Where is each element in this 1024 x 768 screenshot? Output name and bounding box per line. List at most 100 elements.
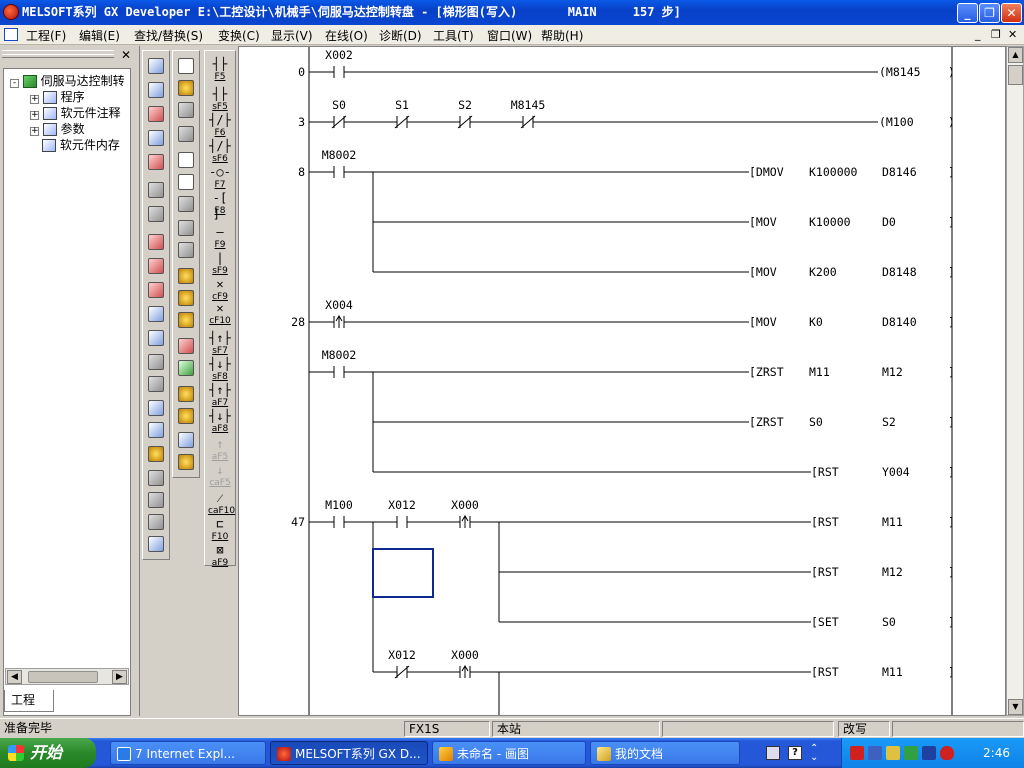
transfer-icon[interactable] (175, 335, 197, 357)
status-empty (892, 721, 1024, 737)
menu-project[interactable]: 工程(F) (26, 27, 66, 44)
close-button[interactable]: ✕ (1001, 3, 1022, 23)
read-icon[interactable] (175, 357, 197, 379)
zoom-out-icon[interactable] (145, 419, 167, 441)
write-mode-icon[interactable] (145, 103, 167, 125)
scroll-up-icon[interactable]: ▲ (1008, 47, 1023, 63)
monitor-start-icon[interactable] (175, 383, 197, 405)
batch-monitor-icon[interactable] (175, 451, 197, 473)
tray-shield-icon[interactable] (940, 746, 954, 760)
keyboard-icon[interactable] (766, 746, 780, 760)
monitor-write-icon[interactable] (145, 151, 167, 173)
vertical-scrollbar[interactable]: ▲ ▼ (1006, 46, 1024, 716)
expand-icon[interactable]: + (30, 95, 39, 104)
statement-edit-icon[interactable] (145, 203, 167, 225)
new-file-icon[interactable] (175, 55, 197, 77)
task-my-documents[interactable]: 我的文档 (590, 741, 740, 765)
scroll-thumb[interactable] (28, 671, 98, 683)
menu-online[interactable]: 在线(O) (325, 27, 368, 44)
ime-arrow-icon[interactable]: ⌃ ⌄ (810, 744, 824, 763)
menu-diagnostics[interactable]: 诊断(D) (379, 27, 422, 44)
undo-icon[interactable] (175, 217, 197, 239)
save-icon[interactable] (175, 99, 197, 121)
fkey-cf10[interactable]: ✕ cF10 (207, 299, 233, 330)
copy-icon[interactable] (175, 171, 197, 193)
fkey-af9[interactable]: ⊠ aF9 (207, 541, 233, 572)
tab-project[interactable]: 工程 (4, 690, 54, 712)
scroll-left-icon[interactable]: ◀ (7, 670, 22, 684)
tree-horizontal-scrollbar[interactable]: ◀ ▶ (5, 668, 129, 685)
step-end-icon[interactable] (145, 373, 167, 395)
tray-network-icon[interactable] (868, 746, 882, 760)
menu-convert[interactable]: 变换(C) (218, 27, 260, 44)
monitor-stop-icon[interactable] (175, 405, 197, 427)
doc-minimize-button[interactable]: _ (975, 28, 981, 41)
menu-tools[interactable]: 工具(T) (433, 27, 474, 44)
open-folder-icon[interactable] (175, 77, 197, 99)
menu-help[interactable]: 帮助(H) (541, 27, 583, 44)
collapse-icon[interactable]: - (10, 79, 19, 88)
ladder-editor[interactable]: 0 X002 (M8145) 3 S0 S1 S2 M8145 (M100) 8 M8002 [DMO… (238, 46, 1006, 716)
menu-edit[interactable]: 编辑(E) (79, 27, 120, 44)
zoom-in-icon[interactable] (145, 397, 167, 419)
scroll-down-icon[interactable]: ▼ (1008, 699, 1023, 715)
step-icon[interactable] (145, 351, 167, 373)
alias-icon[interactable] (145, 255, 167, 277)
menu-view[interactable]: 显示(V) (271, 27, 313, 44)
start-button[interactable]: 开始 (0, 738, 96, 768)
menu-window[interactable]: 窗口(W) (487, 27, 532, 44)
device-list-icon[interactable] (145, 303, 167, 325)
scroll-right-icon[interactable]: ▶ (112, 670, 127, 684)
tray-volume-icon[interactable] (886, 746, 900, 760)
panel-close-icon[interactable]: ✕ (119, 48, 133, 62)
paste-icon[interactable] (175, 193, 197, 215)
tray-tool-icon[interactable] (904, 746, 918, 760)
tray-app-icon[interactable] (850, 746, 864, 760)
expand-icon[interactable]: + (30, 111, 39, 120)
task-paint[interactable]: 未命名 - 画图 (432, 741, 586, 765)
comment-edit-icon[interactable] (145, 179, 167, 201)
task-gx-developer[interactable]: MELSOFT系列 GX D... (270, 741, 428, 765)
tree-item-program[interactable]: + 程序 (30, 89, 85, 105)
restore-button[interactable]: ❐ (979, 3, 1000, 23)
program-list-icon[interactable] (145, 55, 167, 77)
scroll-thumb[interactable] (1008, 65, 1023, 85)
find-icon[interactable] (145, 443, 167, 465)
fkey-af8[interactable]: ┤↓├ aF8 (207, 407, 233, 438)
delete-row-icon[interactable] (145, 489, 167, 511)
edit-block-icon[interactable] (145, 533, 167, 555)
insert-column-icon[interactable] (145, 511, 167, 533)
panel-grip[interactable] (2, 54, 114, 58)
insert-row-icon[interactable] (145, 467, 167, 489)
fkey-f8[interactable]: -[ ]- F8 (207, 189, 233, 221)
document-icon[interactable] (4, 28, 18, 41)
find-instruction-icon[interactable] (175, 287, 197, 309)
tray-monitor-icon[interactable] (922, 746, 936, 760)
task-internet-explorer[interactable]: 7 Internet Expl... (110, 741, 266, 765)
minimize-button[interactable]: _ (957, 3, 978, 23)
find-step-icon[interactable] (175, 309, 197, 331)
help-icon[interactable]: ? (788, 746, 802, 760)
find-device-icon[interactable] (175, 265, 197, 287)
monitor-icon[interactable] (145, 127, 167, 149)
tree-item-parameter[interactable]: + 参数 (30, 121, 85, 137)
doc-restore-button[interactable]: ❐ (991, 28, 1001, 41)
cross-reference-icon[interactable] (145, 279, 167, 301)
fkey-f5[interactable]: ┤├ F5 (207, 55, 233, 86)
tree-item-device-memory[interactable]: 软元件内存 (42, 137, 120, 153)
expand-icon[interactable]: + (30, 127, 39, 136)
menu-find-replace[interactable]: 查找/替换(S) (134, 27, 203, 44)
ladder-view-icon[interactable] (145, 79, 167, 101)
instruction-bracket: ] (948, 365, 955, 379)
search-device-icon[interactable] (145, 327, 167, 349)
tree-item-project[interactable]: - 伺服马达控制转 (10, 73, 125, 89)
entry-monitor-icon[interactable] (175, 429, 197, 451)
redo-icon[interactable] (175, 239, 197, 261)
cut-icon[interactable] (175, 149, 197, 171)
fkey-caf5[interactable]: ↓ caF5 (207, 461, 233, 492)
print-icon[interactable] (175, 123, 197, 145)
device-comment-icon[interactable] (145, 231, 167, 253)
app-logo-icon[interactable] (3, 4, 19, 20)
doc-close-button[interactable]: ✕ (1008, 28, 1017, 41)
tree-item-device-comment[interactable]: + 软元件注释 (30, 105, 121, 121)
